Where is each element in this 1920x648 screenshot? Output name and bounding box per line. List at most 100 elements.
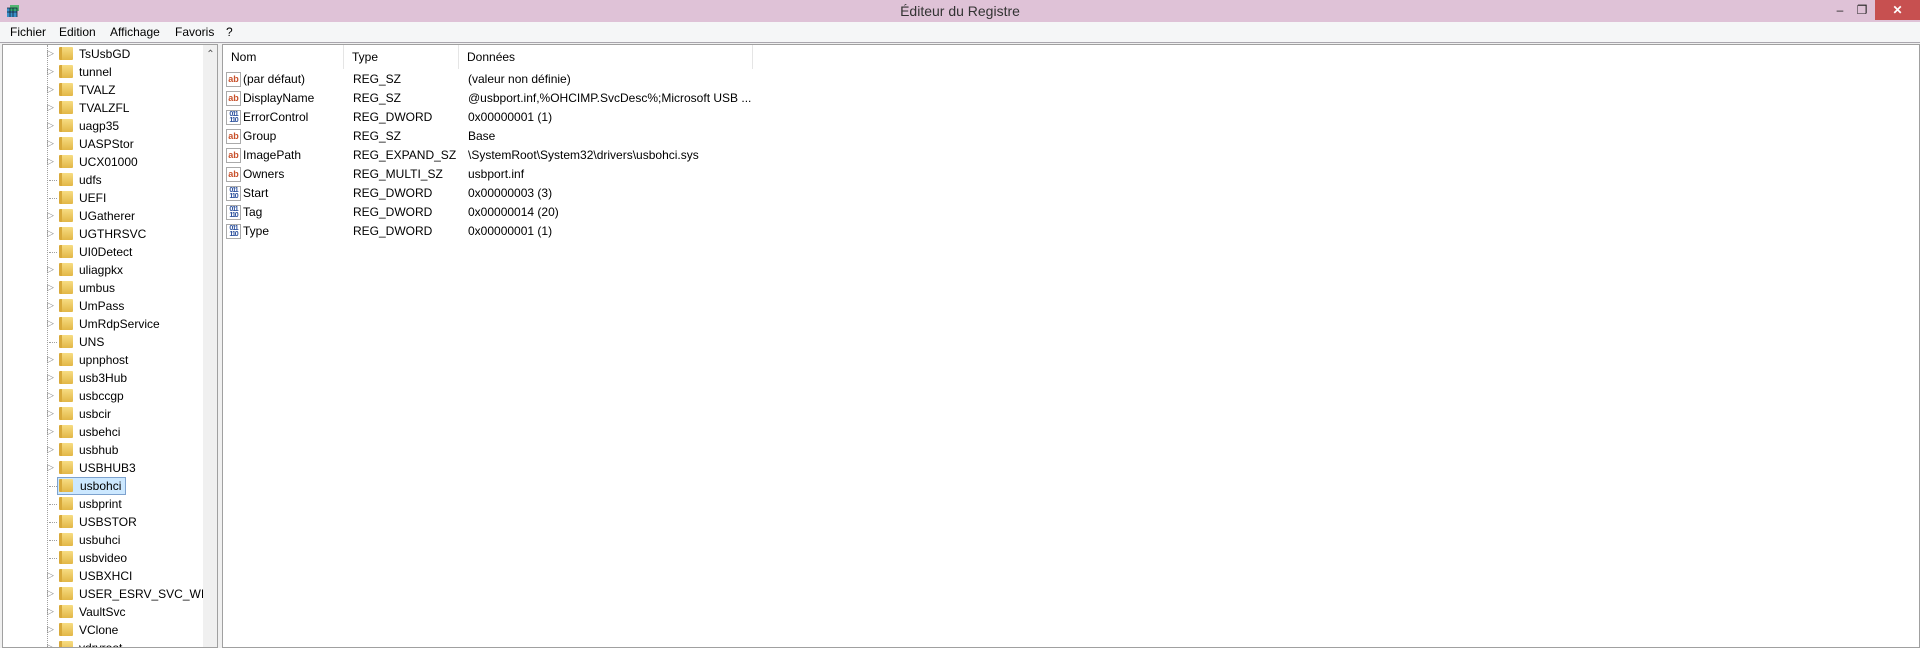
expand-arrow-icon[interactable]: ▷ xyxy=(47,408,54,419)
value-row[interactable]: 011 110 Tag REG_DWORD 0x00000014 (20) xyxy=(223,203,983,222)
scroll-up-icon[interactable]: ⌃ xyxy=(203,49,217,60)
values-list[interactable]: Nom Type Données ab (par défaut) REG_SZ (va… xyxy=(222,44,1920,648)
tree-item[interactable]: usbvideo xyxy=(3,549,203,567)
value-row[interactable]: ab DisplayName REG_SZ @usbport.inf,%OHCIMP.… xyxy=(223,89,983,108)
value-name: Owners xyxy=(243,167,285,181)
tree-item[interactable]: UI0Detect xyxy=(3,243,203,261)
tree-item[interactable]: ▷ usbcir xyxy=(3,405,203,423)
tree-item[interactable]: ▷ UASPStor xyxy=(3,135,203,153)
tree-item[interactable]: ▷ TsUsbGD xyxy=(3,45,203,63)
expand-arrow-icon[interactable]: ▷ xyxy=(47,354,54,365)
expand-arrow-icon[interactable]: ▷ xyxy=(47,444,54,455)
expand-arrow-icon[interactable]: ▷ xyxy=(47,606,54,617)
tree-item[interactable]: UEFI xyxy=(3,189,203,207)
value-row[interactable]: 011 110 ErrorControl REG_DWORD 0x00000001 (1… xyxy=(223,108,983,127)
column-header-data[interactable]: Données xyxy=(459,45,753,69)
expand-arrow-icon[interactable]: ▷ xyxy=(47,642,54,647)
expand-arrow-icon[interactable]: ▷ xyxy=(47,210,54,221)
tree-item[interactable]: ▷ UmPass xyxy=(3,297,203,315)
tree-scrollbar[interactable]: ⌃ xyxy=(203,45,217,647)
tree-item[interactable]: ▷ tunnel xyxy=(3,63,203,81)
tree-item[interactable]: ▷ vdrvroot xyxy=(3,639,203,647)
tree-item-label: usbehci xyxy=(79,425,121,439)
tree-item-label: tunnel xyxy=(79,65,112,79)
value-row[interactable]: 011 110 Type REG_DWORD 0x00000001 (1) xyxy=(223,222,983,241)
expand-arrow-icon[interactable]: ▷ xyxy=(47,570,54,581)
tree-item[interactable]: ▷ umbus xyxy=(3,279,203,297)
expand-arrow-icon[interactable]: ▷ xyxy=(47,84,54,95)
expand-arrow-icon[interactable]: ▷ xyxy=(47,588,54,599)
tree-item[interactable]: ▷ UGTHRSVC xyxy=(3,225,203,243)
tree-item[interactable]: usbuhci xyxy=(3,531,203,549)
tree-item[interactable]: udfs xyxy=(3,171,203,189)
tree-item-label: VClone xyxy=(79,623,119,637)
tree-item[interactable]: ▷ uagp35 xyxy=(3,117,203,135)
expand-arrow-icon[interactable]: ▷ xyxy=(47,66,54,77)
window-title: Éditeur du Registre xyxy=(900,3,1020,19)
close-button[interactable]: ✕ xyxy=(1875,0,1920,20)
folder-icon xyxy=(59,83,73,96)
tree-item[interactable]: usbohci xyxy=(3,477,203,495)
tree-item[interactable]: ▷ UGatherer xyxy=(3,207,203,225)
menu-edition[interactable]: Edition xyxy=(59,25,96,39)
expand-arrow-icon[interactable]: ▷ xyxy=(47,426,54,437)
menu-affichage[interactable]: Affichage xyxy=(110,25,160,39)
value-row[interactable]: ab ImagePath REG_EXPAND_SZ \SystemRoot\Syst… xyxy=(223,146,983,165)
value-row[interactable]: ab Owners REG_MULTI_SZ usbport.inf xyxy=(223,165,983,184)
value-data: 0x00000014 (20) xyxy=(468,205,559,219)
value-data: \SystemRoot\System32\drivers\usbohci.sys xyxy=(468,148,699,162)
folder-icon xyxy=(59,371,73,384)
expand-arrow-icon[interactable]: ▷ xyxy=(47,300,54,311)
column-header-name[interactable]: Nom xyxy=(223,45,344,69)
tree-item[interactable]: ▷ VClone xyxy=(3,621,203,639)
tree-item[interactable]: ▷ UCX01000 xyxy=(3,153,203,171)
tree-item[interactable]: ▷ UmRdpService xyxy=(3,315,203,333)
restore-button[interactable]: ❐ xyxy=(1848,0,1876,20)
value-name: ErrorControl xyxy=(243,110,309,124)
menu-fichier[interactable]: Fichier xyxy=(10,25,46,39)
expand-arrow-icon[interactable]: ▷ xyxy=(47,318,54,329)
tree-item[interactable]: ▷ USBXHCI xyxy=(3,567,203,585)
tree-item[interactable]: ▷ upnphost xyxy=(3,351,203,369)
expand-arrow-icon[interactable]: ▷ xyxy=(47,228,54,239)
tree-item[interactable]: ▷ VaultSvc xyxy=(3,603,203,621)
tree-item-label: USBHUB3 xyxy=(79,461,136,475)
tree-item[interactable]: ▷ uliagpkx xyxy=(3,261,203,279)
folder-icon xyxy=(59,425,73,438)
expand-arrow-icon[interactable]: ▷ xyxy=(47,264,54,275)
tree-item[interactable]: ▷ usb3Hub xyxy=(3,369,203,387)
value-row[interactable]: ab Group REG_SZ Base xyxy=(223,127,983,146)
tree-item-label: UmPass xyxy=(79,299,125,313)
expand-arrow-icon[interactable]: ▷ xyxy=(47,156,54,167)
value-row[interactable]: ab (par défaut) REG_SZ (valeur non définie) xyxy=(223,70,983,89)
tree-line xyxy=(49,486,57,487)
expand-arrow-icon[interactable]: ▷ xyxy=(47,282,54,293)
expand-arrow-icon[interactable]: ▷ xyxy=(47,372,54,383)
column-header-type[interactable]: Type xyxy=(344,45,459,69)
tree-item[interactable]: ▷ usbccgp xyxy=(3,387,203,405)
expand-arrow-icon[interactable]: ▷ xyxy=(47,624,54,635)
tree-item[interactable]: ▷ usbehci xyxy=(3,423,203,441)
tree-item[interactable]: ▷ USBHUB3 xyxy=(3,459,203,477)
tree-item[interactable]: ▷ TVALZFL xyxy=(3,99,203,117)
tree-item[interactable]: USBSTOR xyxy=(3,513,203,531)
registry-tree[interactable]: ▷ TsUsbGD ▷ tunnel ▷ TVALZ ▷ TVALZFL ▷ uagp35 ▷ UAS… xyxy=(2,44,218,648)
tree-item-label: UASPStor xyxy=(79,137,134,151)
expand-arrow-icon[interactable]: ▷ xyxy=(47,390,54,401)
tree-item[interactable]: ▷ usbhub xyxy=(3,441,203,459)
tree-item[interactable]: usbprint xyxy=(3,495,203,513)
tree-item[interactable]: ▷ TVALZ xyxy=(3,81,203,99)
expand-arrow-icon[interactable]: ▷ xyxy=(47,120,54,131)
tree-item[interactable]: ▷ USER_ESRV_SVC_WILLA xyxy=(3,585,217,603)
binary-value-icon: 011 110 xyxy=(226,110,241,125)
tree-item-label: UGatherer xyxy=(79,209,136,223)
expand-arrow-icon[interactable]: ▷ xyxy=(47,48,54,59)
expand-arrow-icon[interactable]: ▷ xyxy=(47,462,54,473)
tree-item[interactable]: UNS xyxy=(3,333,203,351)
menu-favoris[interactable]: Favoris xyxy=(175,25,214,39)
menu-help[interactable]: ? xyxy=(226,25,233,39)
expand-arrow-icon[interactable]: ▷ xyxy=(47,102,54,113)
tree-item-label: umbus xyxy=(79,281,116,295)
value-row[interactable]: 011 110 Start REG_DWORD 0x00000003 (3) xyxy=(223,184,983,203)
expand-arrow-icon[interactable]: ▷ xyxy=(47,138,54,149)
